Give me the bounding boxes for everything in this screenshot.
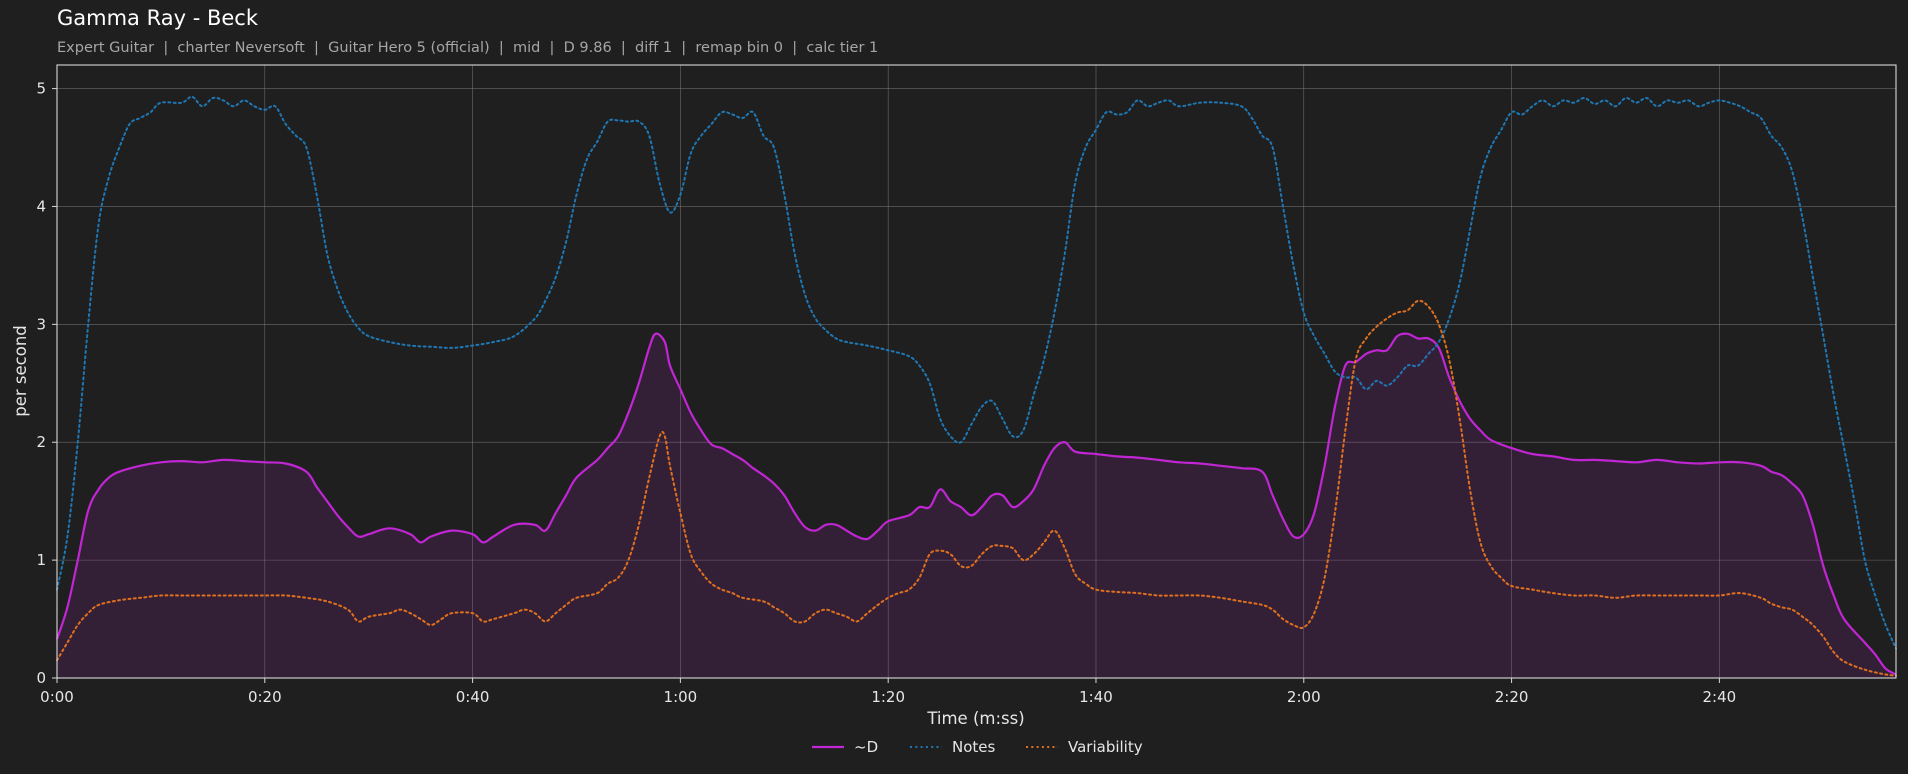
y-tick-label: 1 xyxy=(36,551,46,569)
x-tick-label: 2:20 xyxy=(1495,688,1529,706)
legend-label: Variability xyxy=(1068,738,1143,756)
x-tick-label: 0:40 xyxy=(456,688,490,706)
legend-item-d: ~D xyxy=(812,738,878,756)
x-tick-label: 1:20 xyxy=(871,688,905,706)
legend-label: ~D xyxy=(854,738,878,756)
y-tick-label: 5 xyxy=(36,80,46,98)
x-tick-label: 2:40 xyxy=(1703,688,1737,706)
legend-label: Notes xyxy=(952,738,996,756)
x-tick-label: 0:20 xyxy=(248,688,282,706)
y-tick-label: 4 xyxy=(36,197,46,215)
line-chart: 0:00 0:20 0:40 1:00 1:20 1:40 2:00 2:20 2:40 0 1 2 3… xyxy=(11,64,1897,756)
y-tick-label: 2 xyxy=(36,433,46,451)
legend-item-variability: Variability xyxy=(1026,738,1143,756)
x-tick-label: 1:40 xyxy=(1079,688,1113,706)
y-tick-label: 3 xyxy=(36,315,46,333)
x-tick-label: 1:00 xyxy=(664,688,698,706)
x-tick-label: 2:00 xyxy=(1287,688,1321,706)
y-axis-label: per second xyxy=(11,325,30,417)
legend-item-notes: Notes xyxy=(910,738,996,756)
y-tick-label: 0 xyxy=(36,669,46,687)
x-tick-label: 0:00 xyxy=(40,688,74,706)
x-axis-label: Time (m:ss) xyxy=(926,709,1024,728)
legend: ~D Notes Variability xyxy=(812,738,1143,756)
